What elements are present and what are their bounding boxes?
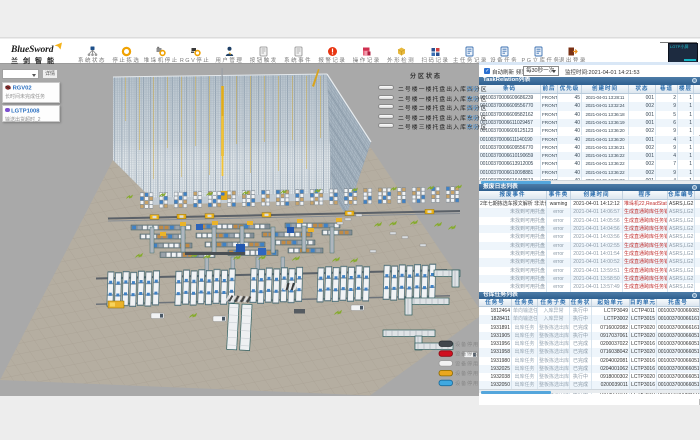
svg-text:设备停用: 设备停用 [455, 340, 479, 348]
svg-text:设备停用: 设备停用 [455, 379, 479, 387]
svg-text:设备停用: 设备停用 [455, 350, 479, 358]
svg-text:设备停用: 设备停用 [455, 359, 479, 367]
svg-text:设备停用: 设备停用 [455, 369, 479, 377]
